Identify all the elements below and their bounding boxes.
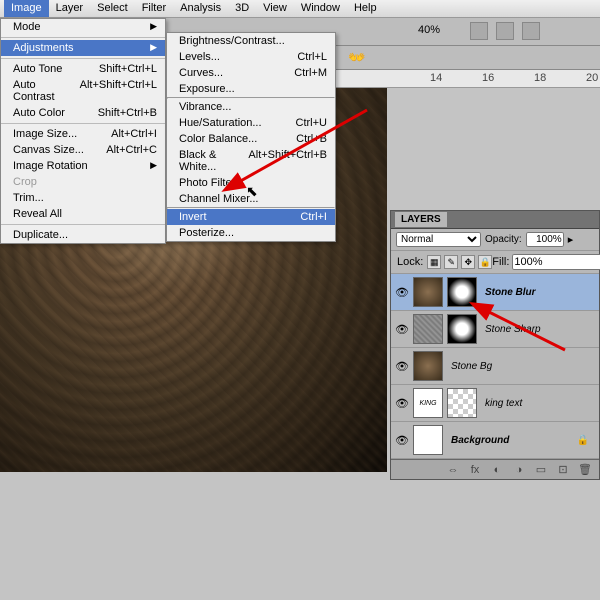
lock-position-icon[interactable]: ✥ [461,255,475,269]
zoom-level[interactable]: 40% [418,24,440,36]
menu-item-trim-[interactable]: Trim... [1,190,165,206]
layer-row[interactable]: 👁 KING king text [391,385,599,422]
layer-thumbnail[interactable] [413,277,443,307]
lock-all-icon[interactable]: 🔒 [478,255,492,269]
menu-item-hue-saturation-[interactable]: Hue/Saturation...Ctrl+U [167,115,335,131]
menu-window[interactable]: Window [294,0,347,17]
menubar: ImageLayerSelectFilterAnalysis3DViewWind… [0,0,600,18]
menu-item-black-white-[interactable]: Black & White...Alt+Shift+Ctrl+B [167,147,335,175]
menu-item-exposure-[interactable]: Exposure... [167,81,335,97]
menu-view[interactable]: View [256,0,294,17]
layers-panel: LAYERS Normal Opacity: ▸ Lock: ▦ ✎ ✥ 🔒 F… [390,210,600,480]
lock-icon: 🔒 [577,435,589,446]
menu-item-reveal-all[interactable]: Reveal All [1,206,165,222]
adjustments-submenu[interactable]: Brightness/Contrast...Levels...Ctrl+LCur… [166,32,336,242]
visibility-toggle[interactable]: 👁 [395,433,409,447]
layer-row[interactable]: 👁 Background 🔒 [391,422,599,459]
layers-list: 👁 Stone Blur 👁 Stone Sharp 👁 Stone Bg 👁 KING kin… [391,274,599,459]
layer-thumbnail[interactable] [413,351,443,381]
panel-footer-icon[interactable]: ⇔ [445,464,461,476]
menu-item-image-size-[interactable]: Image Size...Alt+Ctrl+I [1,126,165,142]
layer-row[interactable]: 👁 Stone Sharp [391,311,599,348]
layers-panel-footer: ⇔ fx ◐ ◑ ▭ ⊡ 🗑 [391,459,599,479]
panel-footer-icon[interactable]: ▭ [533,463,549,476]
hand-tool-icon[interactable]: 👐 [348,49,365,66]
visibility-toggle[interactable]: 👁 [395,322,409,336]
toolbar-icons [470,22,540,40]
menu-item-photo-filter-[interactable]: Photo Filter... [167,175,335,191]
panel-footer-icon[interactable]: 🗑 [577,463,593,476]
panel-footer-icon[interactable]: ⊡ [555,463,571,476]
layer-name[interactable]: Stone Sharp [485,324,541,335]
menu-item-crop: Crop [1,174,165,190]
menu-select[interactable]: Select [90,0,135,17]
view-icon[interactable] [522,22,540,40]
opacity-label: Opacity: [485,234,522,245]
menu-filter[interactable]: Filter [135,0,173,17]
lock-fill-row: Lock: ▦ ✎ ✥ 🔒 Fill: ▸ [391,251,599,274]
menu-image[interactable]: Image [4,0,49,17]
layer-row[interactable]: 👁 Stone Bg [391,348,599,385]
panel-tabs[interactable]: LAYERS [391,211,599,229]
layer-row[interactable]: 👁 Stone Blur [391,274,599,311]
lock-pixels-icon[interactable]: ✎ [444,255,458,269]
layers-tab[interactable]: LAYERS [395,212,447,227]
menu-item-levels-[interactable]: Levels...Ctrl+L [167,49,335,65]
ruler-mark: 16 [482,72,494,84]
visibility-toggle[interactable]: 👁 [395,396,409,410]
layer-thumbnail[interactable] [447,277,477,307]
layer-thumbnail[interactable] [447,314,477,344]
layer-thumbnail[interactable] [413,425,443,455]
blend-opacity-row: Normal Opacity: ▸ [391,229,599,251]
menu-item-auto-color[interactable]: Auto ColorShift+Ctrl+B [1,105,165,121]
lock-label: Lock: [397,256,423,268]
screen-mode-icon[interactable] [470,22,488,40]
layer-thumbnail[interactable] [447,388,477,418]
ruler-mark: 20 [586,72,598,84]
menu-item-channel-mixer-[interactable]: Channel Mixer... [167,191,335,207]
blend-mode-select[interactable]: Normal [396,232,481,247]
menu-analysis[interactable]: Analysis [173,0,228,17]
panel-footer-icon[interactable]: fx [467,464,483,476]
panel-footer-icon[interactable]: ◐ [489,464,505,476]
menu-layer[interactable]: Layer [49,0,91,17]
menu-item-invert[interactable]: InvertCtrl+I [167,209,335,225]
menu-item-brightness-contrast-[interactable]: Brightness/Contrast... [167,33,335,49]
opacity-arrow-icon[interactable]: ▸ [568,233,574,246]
menu-item-image-rotation[interactable]: Image Rotation▶ [1,158,165,174]
menu-item-color-balance-[interactable]: Color Balance...Ctrl+B [167,131,335,147]
menu-item-duplicate-[interactable]: Duplicate... [1,227,165,243]
layer-thumbnail[interactable] [413,314,443,344]
ruler-mark: 14 [430,72,442,84]
arrange-icon[interactable] [496,22,514,40]
layer-name[interactable]: king text [485,398,522,409]
visibility-toggle[interactable]: 👁 [395,285,409,299]
menu-3d[interactable]: 3D [228,0,256,17]
lock-transparency-icon[interactable]: ▦ [427,255,441,269]
layer-thumbnail[interactable]: KING [413,388,443,418]
layer-name[interactable]: Stone Bg [451,361,492,372]
image-menu-dropdown[interactable]: Mode▶Adjustments▶Auto ToneShift+Ctrl+LAu… [0,18,166,244]
opacity-input[interactable] [526,232,564,247]
layer-name[interactable]: Stone Blur [485,287,536,298]
menu-item-curves-[interactable]: Curves...Ctrl+M [167,65,335,81]
fill-label: Fill: [492,256,509,268]
menu-item-vibrance-[interactable]: Vibrance... [167,99,335,115]
ruler-mark: 18 [534,72,546,84]
panel-footer-icon[interactable]: ◑ [511,464,527,476]
layer-name[interactable]: Background [451,435,509,446]
menu-item-canvas-size-[interactable]: Canvas Size...Alt+Ctrl+C [1,142,165,158]
menu-item-auto-tone[interactable]: Auto ToneShift+Ctrl+L [1,61,165,77]
menu-help[interactable]: Help [347,0,384,17]
menu-item-posterize-[interactable]: Posterize... [167,225,335,241]
fill-input[interactable] [512,254,600,270]
visibility-toggle[interactable]: 👁 [395,359,409,373]
menu-item-adjustments[interactable]: Adjustments▶ [1,40,165,56]
menu-item-mode[interactable]: Mode▶ [1,19,165,35]
menu-item-auto-contrast[interactable]: Auto ContrastAlt+Shift+Ctrl+L [1,77,165,105]
